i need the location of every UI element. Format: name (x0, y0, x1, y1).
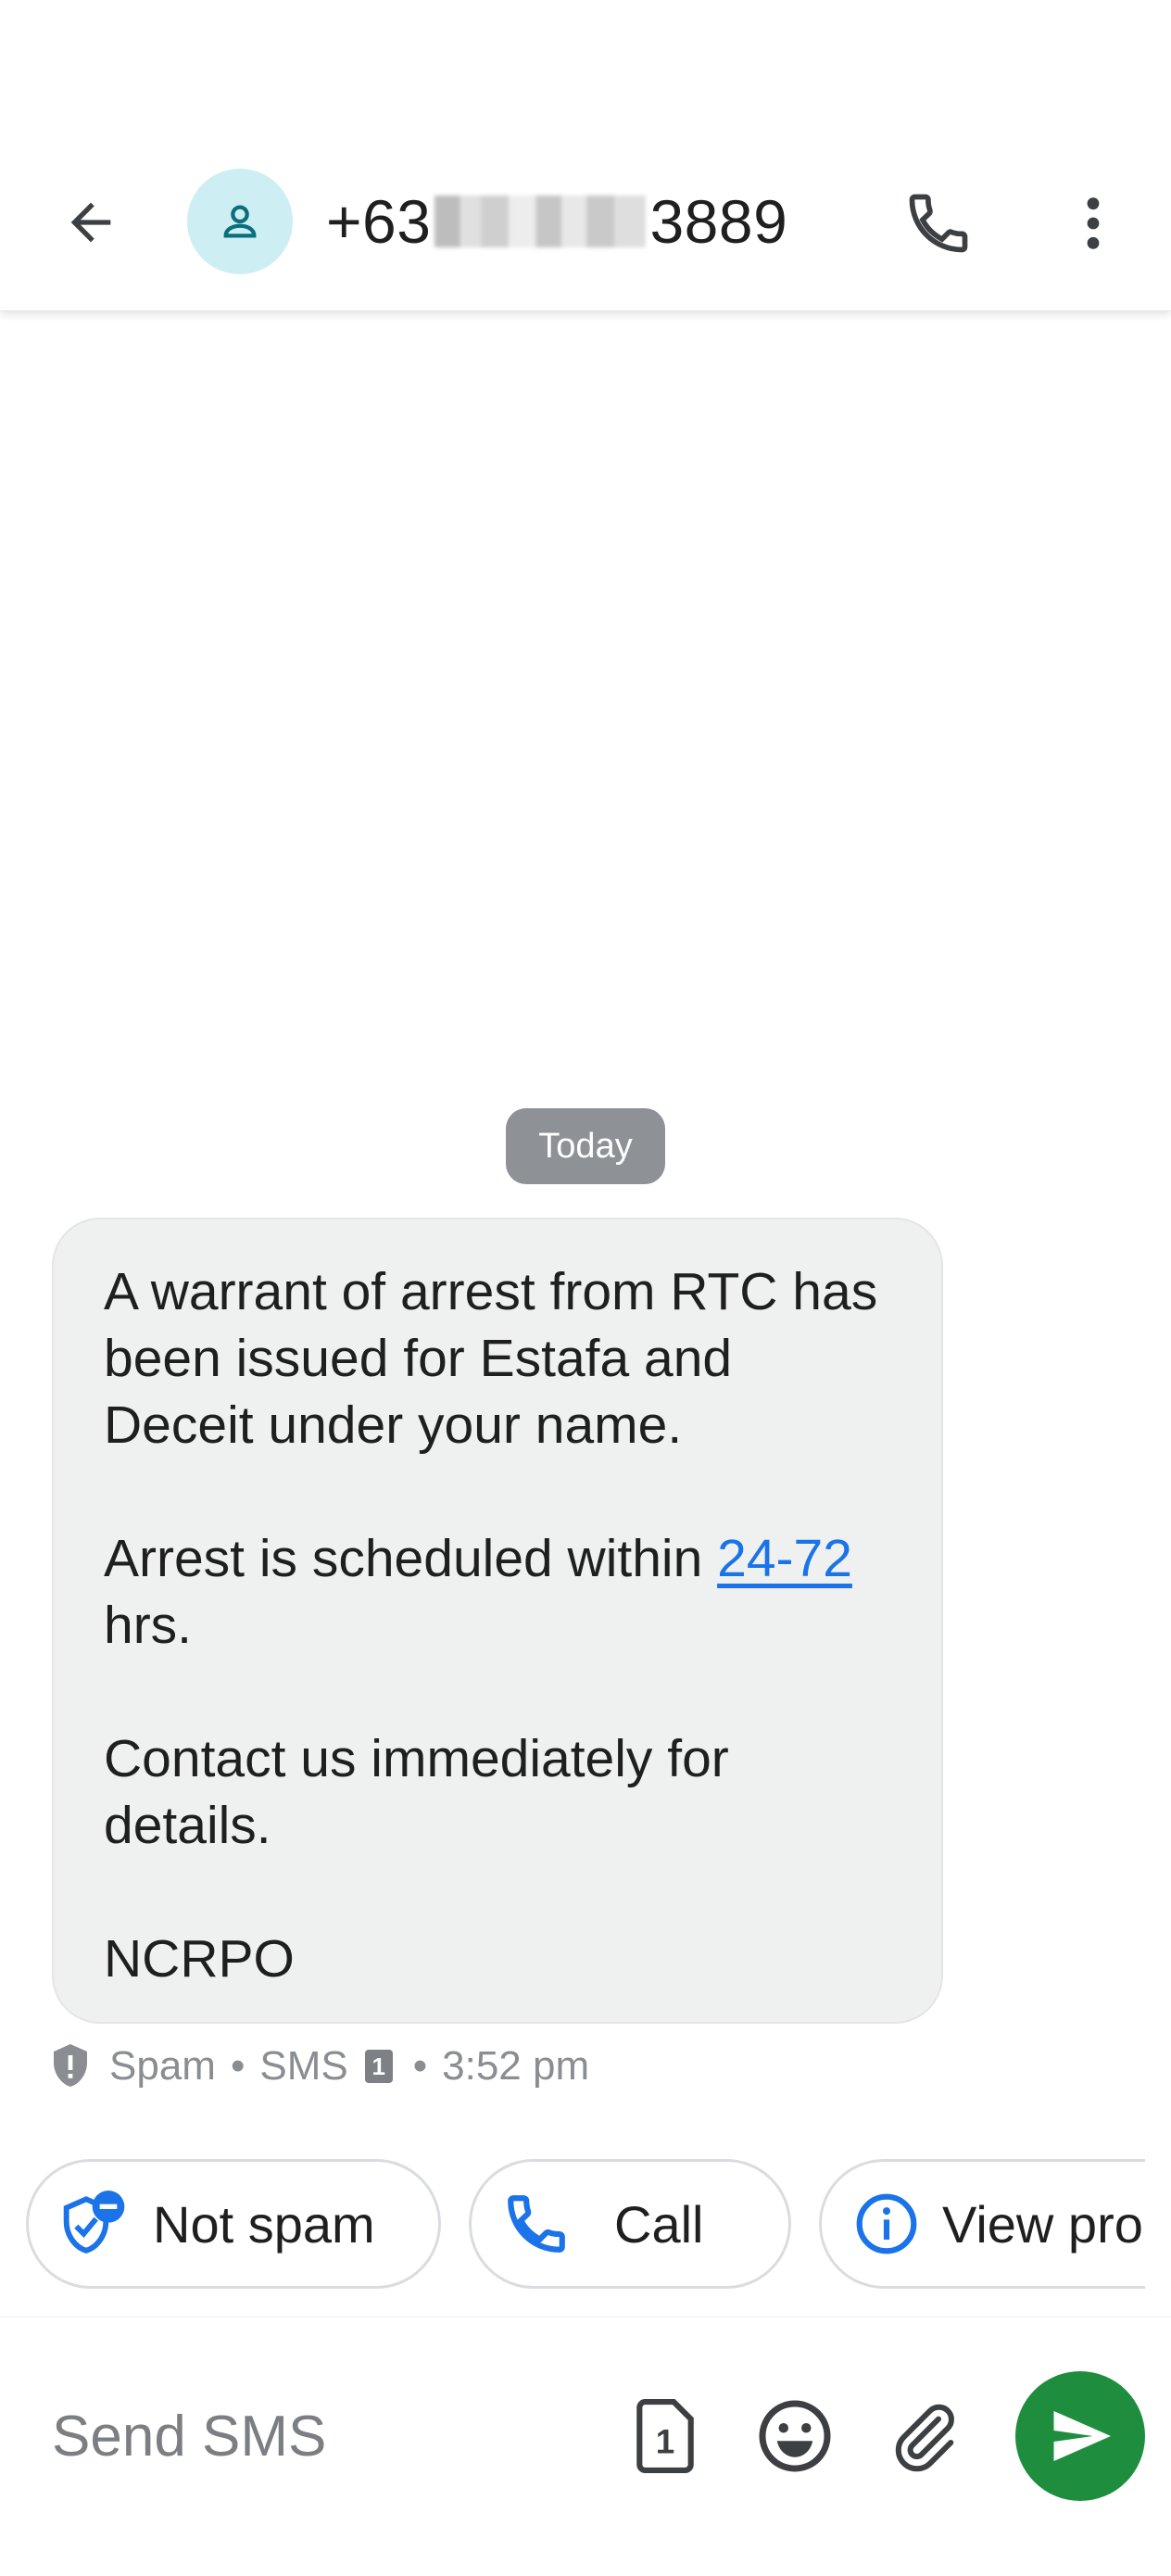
suggestion-chips: Not spam Call View pro (0, 2159, 1145, 2291)
redacted-digits (434, 196, 647, 247)
sim-card-icon: 1 (364, 2050, 393, 2083)
chip-label: View pro (942, 2194, 1143, 2254)
date-chip: Today (506, 1108, 665, 1184)
sim-card-icon: 1 (636, 2399, 694, 2473)
call-chip[interactable]: Call (469, 2159, 791, 2289)
shield-alert-icon (54, 2044, 87, 2087)
contact-number-suffix: 3889 (649, 187, 788, 256)
more-vert-icon (1087, 197, 1100, 249)
send-button[interactable] (1015, 2371, 1145, 2501)
incoming-message-bubble[interactable]: A warrant of arrest from RTC has been is… (52, 1218, 943, 2024)
message-paragraph: Arrest is scheduled within 24-72 hrs. (104, 1525, 891, 1659)
phone-icon (909, 194, 968, 253)
info-icon (850, 2187, 924, 2261)
message-meta: Spam • SMS 1 • 3:52 pm (48, 2037, 589, 2096)
message-text: hrs. (104, 1596, 193, 1655)
arrow-back-icon (70, 202, 111, 243)
contact-number-prefix: +63 (326, 187, 432, 256)
chip-label: Call (614, 2194, 704, 2254)
attach-button[interactable] (878, 2390, 971, 2482)
contact-number: +63 3889 (326, 186, 787, 257)
meta-separator: • (412, 2043, 428, 2089)
sms-input[interactable] (52, 2399, 571, 2473)
message-paragraph: Contact us immediately for details. (104, 1729, 729, 1855)
back-button[interactable] (54, 185, 128, 259)
shield-minus-icon (57, 2187, 131, 2261)
phone-icon (499, 2187, 573, 2261)
paperclip-icon (895, 2404, 954, 2472)
message-type: SMS (259, 2043, 348, 2089)
message-paragraph: A warrant of arrest from RTC has been is… (104, 1262, 878, 1455)
message-paragraph: NCRPO (104, 1929, 295, 1989)
avatar[interactable] (187, 169, 293, 274)
contact-title[interactable]: +63 3889 (326, 182, 787, 261)
person-icon (223, 205, 257, 238)
view-profile-chip[interactable]: View pro (819, 2159, 1145, 2289)
messages-screen: +63 3889 Today A warrant of arrest from … (0, 0, 1171, 2576)
message-time: 3:52 pm (442, 2043, 590, 2089)
message-link[interactable]: 24-72 (717, 1529, 852, 1588)
top-app-bar: +63 3889 (0, 0, 1171, 311)
send-icon (1053, 2411, 1111, 2461)
message-text: Arrest is scheduled within (104, 1529, 718, 1588)
sim-select-button[interactable]: 1 (619, 2390, 711, 2482)
compose-bar: 1 (0, 2317, 1171, 2576)
more-options-button[interactable] (1056, 182, 1130, 265)
meta-separator: • (230, 2043, 246, 2089)
not-spam-chip[interactable]: Not spam (26, 2159, 441, 2289)
emoji-button[interactable] (749, 2390, 841, 2482)
emoji-icon (759, 2400, 831, 2472)
spam-label: Spam (109, 2043, 216, 2089)
sim-number: 1 (656, 2422, 675, 2460)
call-button[interactable] (897, 182, 980, 265)
chip-label: Not spam (153, 2194, 375, 2254)
